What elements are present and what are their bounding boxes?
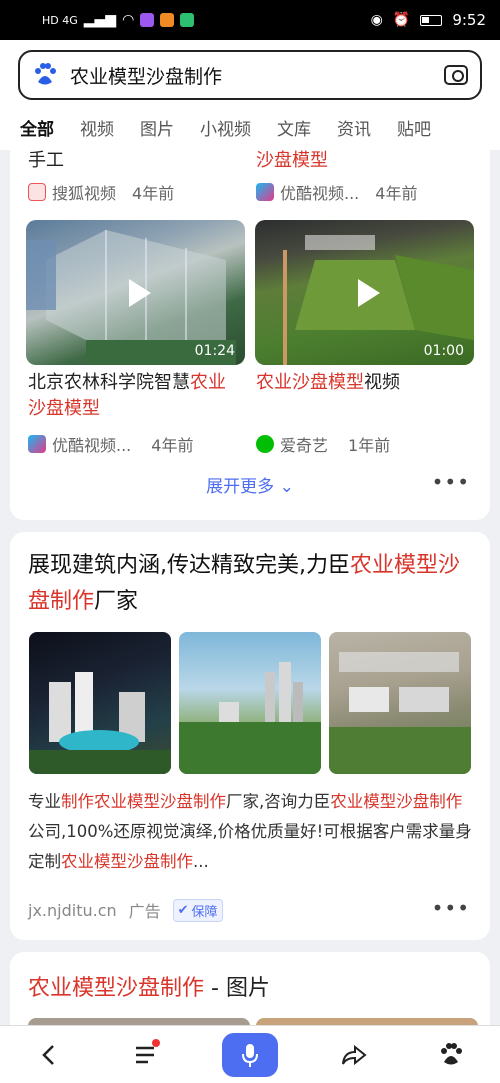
camera-search-icon[interactable] bbox=[444, 65, 468, 85]
share-button[interactable] bbox=[332, 1033, 376, 1077]
ad-image[interactable] bbox=[179, 632, 321, 774]
ad-image[interactable] bbox=[329, 632, 471, 774]
eye-icon: ◉ bbox=[370, 12, 383, 28]
baidu-paw-icon bbox=[35, 63, 56, 85]
app-notification-icon bbox=[140, 13, 155, 27]
prev-video-title-right[interactable]: 沙盘模型 bbox=[256, 146, 328, 172]
search-header: 农业模型沙盘制作 全部 视频 图片 小视频 文库 资讯 贴吧 bbox=[0, 40, 500, 150]
sohu-video-icon bbox=[28, 183, 46, 201]
video-age: 4年前 bbox=[375, 184, 418, 203]
night-city-model-image bbox=[29, 672, 171, 774]
status-bar: HD 4G ▂▄▆ ◠ ◉ ⏰ 9:52 bbox=[0, 0, 500, 40]
video-thumbnail[interactable]: 01:24 bbox=[26, 220, 245, 365]
video-source: 爱奇艺 bbox=[280, 436, 329, 455]
menu-icon bbox=[136, 1046, 155, 1063]
video-title[interactable]: 北京农林科学院智慧农业沙盘模型 bbox=[28, 370, 238, 422]
video-age: 1年前 bbox=[348, 436, 391, 455]
voice-search-button[interactable] bbox=[221, 1032, 278, 1077]
video-age: 4年前 bbox=[132, 184, 175, 203]
ad-title[interactable]: 展现建筑内涵,传达精致完美,力臣农业模型沙盘制作厂家 bbox=[28, 548, 473, 620]
tab-tieba[interactable]: 贴吧 bbox=[397, 115, 431, 140]
ad-footer: jx.njditu.cn 广告 ✔ 保障 bbox=[28, 898, 223, 922]
skyline-model-image bbox=[179, 662, 321, 774]
baidu-paw-icon bbox=[441, 1042, 463, 1064]
tab-news[interactable]: 资讯 bbox=[337, 115, 371, 140]
iqiyi-icon bbox=[256, 435, 274, 453]
menu-button[interactable] bbox=[124, 1033, 168, 1077]
expand-more-button[interactable]: 展开更多 ⌄ bbox=[10, 472, 490, 497]
search-tabs: 全部 视频 图片 小视频 文库 资讯 贴吧 bbox=[0, 110, 500, 146]
microphone-icon bbox=[241, 1043, 258, 1067]
search-box[interactable]: 农业模型沙盘制作 bbox=[18, 50, 482, 100]
app-notification-icon bbox=[160, 13, 175, 27]
video-age: 4年前 bbox=[151, 436, 194, 455]
tab-images[interactable]: 图片 bbox=[140, 115, 174, 140]
signal-icon: ▂▄▆ bbox=[83, 12, 117, 28]
chevron-down-icon: ⌄ bbox=[279, 477, 294, 497]
tab-short-video[interactable]: 小视频 bbox=[200, 115, 251, 140]
notification-dot bbox=[152, 1038, 161, 1047]
play-icon[interactable] bbox=[128, 278, 151, 307]
farm-layout-model-image bbox=[329, 652, 471, 774]
ad-domain[interactable]: jx.njditu.cn bbox=[28, 901, 117, 920]
play-icon[interactable] bbox=[357, 278, 380, 307]
youku-icon bbox=[28, 435, 46, 453]
back-arrow-icon bbox=[42, 1044, 54, 1065]
video-duration: 01:24 bbox=[194, 343, 235, 359]
more-options-icon[interactable]: ••• bbox=[432, 470, 470, 494]
video-source: 搜狐视频 bbox=[52, 184, 117, 203]
video-source: 优酷视频... bbox=[280, 184, 360, 203]
video-title[interactable]: 农业沙盘模型视频 bbox=[256, 370, 476, 396]
alarm-icon: ⏰ bbox=[392, 12, 411, 28]
baidu-home-button[interactable] bbox=[429, 1033, 473, 1077]
share-arrow-icon bbox=[341, 1044, 367, 1065]
ad-label: 广告 bbox=[128, 902, 161, 921]
image-results-title[interactable]: 农业模型沙盘制作 - 图片 bbox=[28, 970, 270, 1002]
battery-icon bbox=[420, 14, 443, 26]
ad-image[interactable] bbox=[29, 632, 171, 774]
tab-wenku[interactable]: 文库 bbox=[277, 115, 311, 140]
video-source: 优酷视频... bbox=[52, 436, 132, 455]
tab-all[interactable]: 全部 bbox=[20, 115, 54, 146]
bottom-navigation bbox=[0, 1025, 500, 1083]
tab-video[interactable]: 视频 bbox=[80, 115, 114, 140]
video-thumbnail[interactable]: 01:00 bbox=[255, 220, 474, 365]
ad-result-card: 展现建筑内涵,传达精致完美,力臣农业模型沙盘制作厂家 专业制作农业模型沙盘制作厂… bbox=[10, 532, 490, 940]
app-notification-icon bbox=[180, 13, 195, 27]
search-input[interactable]: 农业模型沙盘制作 bbox=[70, 62, 444, 89]
guarantee-badge[interactable]: ✔ 保障 bbox=[172, 898, 223, 922]
network-indicator: HD 4G bbox=[42, 13, 78, 27]
back-button[interactable] bbox=[27, 1033, 71, 1077]
ad-description: 专业制作农业模型沙盘制作厂家,咨询力臣农业模型沙盘制作公司,100%还原视觉演绎… bbox=[28, 792, 472, 871]
video-duration: 01:00 bbox=[423, 343, 464, 359]
more-options-icon[interactable]: ••• bbox=[432, 896, 470, 920]
check-shield-icon: ✔ bbox=[177, 902, 189, 918]
wifi-icon: ◠ bbox=[122, 12, 135, 28]
video-results-card: 手工 沙盘模型 搜狐视频 4年前 优酷视频... 4年前 01:24 01:00… bbox=[10, 140, 490, 520]
youku-icon bbox=[256, 183, 274, 201]
prev-video-title-left[interactable]: 手工 bbox=[28, 146, 64, 172]
clock: 9:52 bbox=[452, 11, 486, 29]
